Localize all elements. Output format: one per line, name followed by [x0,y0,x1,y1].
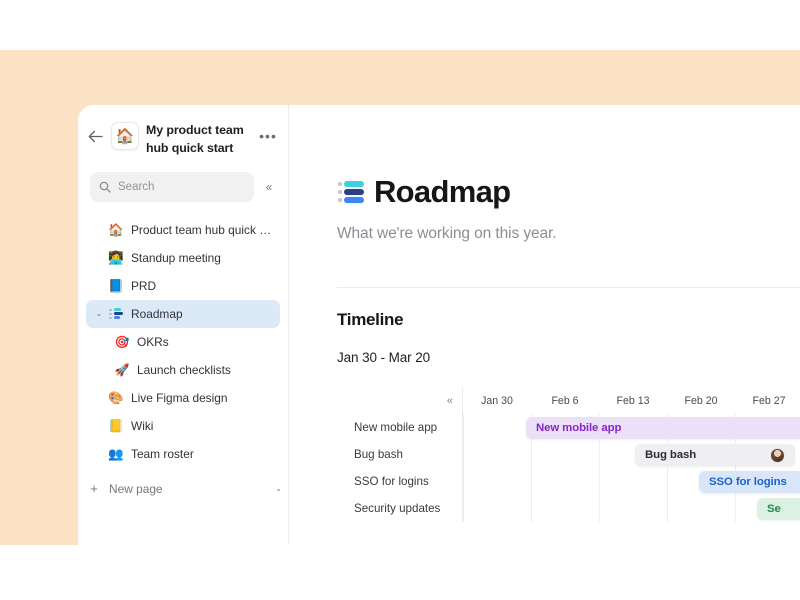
gantt-timeline-area: Jan 30 Feb 6 Feb 13 Feb 20 Feb 27 New mobile… [463,387,800,523]
search-placeholder: Search [118,180,155,193]
sidebar-item-label: Product team hub quick st… [131,222,274,237]
sidebar-item-standup-meeting[interactable]: 👩‍💻 Standup meeting [86,244,280,272]
sidebar-item-label: Team roster [131,446,194,461]
new-page-button[interactable]: + New page ⌄ [78,474,288,504]
gantt-date-header: Jan 30 Feb 6 Feb 13 Feb 20 Feb 27 [463,387,800,414]
gantt-date-column: Feb 20 [684,394,718,407]
sidebar-collapse-button[interactable]: « [258,174,280,200]
gantt-bar-label: Bug bash [645,449,697,462]
home-emoji-glyph: 🏠 [115,127,135,145]
sidebar-nav-list: 🏠 Product team hub quick st… 👩‍💻 Standup me… [78,202,288,468]
sidebar-item-emoji: 👩‍💻 [108,250,124,265]
roadmap-icon [106,307,126,320]
plus-icon: + [90,481,98,497]
sidebar-item-emoji: 📘 [108,278,124,293]
avatar[interactable] [770,447,785,463]
page-title: Roadmap [374,174,511,209]
sidebar-item-prd[interactable]: 📘 PRD [86,272,280,300]
gantt-collapse-button[interactable]: « [447,395,453,407]
gantt-task-row[interactable]: Security updates [337,495,462,522]
sidebar-item-wiki[interactable]: 📒 Wiki [86,412,280,440]
sidebar-item-emoji: 🎨 [108,390,124,405]
gantt-bar-label: SSO for logins [709,476,787,489]
sidebar-item-launch-checklists[interactable]: 🚀 Launch checklists [86,356,280,384]
page-subtitle: What we're working on this year. [337,225,557,243]
main-content: Roadmap What we're working on this year.… [289,105,800,545]
search-icon [99,181,111,193]
section-divider [337,287,800,289]
gantt-bar-label: Se [767,503,781,516]
sidebar-item-product-team-hub-quick-st[interactable]: 🏠 Product team hub quick st… [86,216,280,244]
gantt-bar[interactable]: New mobile app [526,417,800,440]
sidebar-item-okrs[interactable]: 🎯 OKRs [86,328,280,356]
sidebar-item-team-roster[interactable]: 👥 Team roster [86,440,280,468]
sidebar-item-label: OKRs [137,334,169,349]
new-page-label: New page [109,481,163,496]
sidebar-item-label: Roadmap [131,306,183,321]
more-options-button[interactable]: ••• [258,122,278,150]
backdrop-top-band [0,0,800,50]
sidebar-item-label: PRD [131,278,157,293]
sidebar-item-label: Live Figma design [131,390,228,405]
gantt-bar-label: New mobile app [536,422,622,435]
sidebar-item-roadmap[interactable]: ⌄ Roadmap [86,299,280,328]
sidebar-item-emoji: 🚀 [114,362,130,377]
sidebar-title: My product team hub quick start [146,123,244,155]
sidebar-item-emoji: 🏠 [108,222,124,237]
roadmap-icon [337,179,364,205]
gantt-left-header: « [337,387,462,414]
backdrop-bottom-band [0,545,800,600]
sidebar-item-label: Standup meeting [131,250,221,265]
gantt-task-label: New mobile app [354,421,438,435]
page-title-row: Roadmap [337,174,800,209]
back-arrow-icon[interactable] [86,119,104,153]
sidebar-item-label: Wiki [131,418,154,433]
sidebar: 🏠 My product team hub quick start ••• Se… [78,105,289,545]
gantt-chart: « New mobile app Bug bash SSO for logins Se… [337,387,800,523]
sidebar-search-row: Search « [78,158,288,202]
sidebar-item-live-figma-design[interactable]: 🎨 Live Figma design [86,384,280,412]
gantt-task-label: SSO for logins [354,475,429,489]
gantt-bar[interactable]: SSO for logins [699,471,800,494]
gantt-date-column: Feb 13 [616,394,650,407]
gantt-date-column: Feb 27 [752,394,786,407]
gantt-bar[interactable]: Se [757,498,800,521]
chevron-down-icon[interactable]: ⌄ [92,309,106,318]
gantt-task-row[interactable]: SSO for logins [337,468,462,495]
gantt-task-label: Bug bash [354,448,403,462]
timeline-date-range: Jan 30 - Mar 20 [337,350,431,366]
gantt-row-labels: New mobile app Bug bash SSO for logins Secu… [337,414,462,522]
gantt-bar[interactable]: Bug bash [635,444,795,467]
gantt-bars: New mobile app Bug bash SSO for logins Se [463,414,800,522]
sidebar-item-emoji: 📒 [108,418,124,433]
sidebar-item-label: Launch checklists [137,362,231,377]
sidebar-header: 🏠 My product team hub quick start ••• [78,105,288,158]
gantt-task-row[interactable]: Bug bash [337,441,462,468]
gantt-task-row[interactable]: New mobile app [337,414,462,441]
sidebar-item-emoji: 🎯 [114,334,130,349]
gantt-date-column: Feb 6 [551,394,579,407]
search-input[interactable]: Search [90,171,254,202]
sidebar-item-emoji: 👥 [108,446,124,461]
gantt-task-label: Security updates [354,502,441,516]
chevron-down-icon: ⌄ [275,484,282,494]
app-window-card: 🏠 My product team hub quick start ••• Se… [78,105,800,545]
gantt-task-column: « New mobile app Bug bash SSO for logins Se… [337,387,463,523]
home-emoji-icon[interactable]: 🏠 [111,122,139,150]
gantt-date-column: Jan 30 [481,394,513,407]
section-title: Timeline [337,310,404,330]
